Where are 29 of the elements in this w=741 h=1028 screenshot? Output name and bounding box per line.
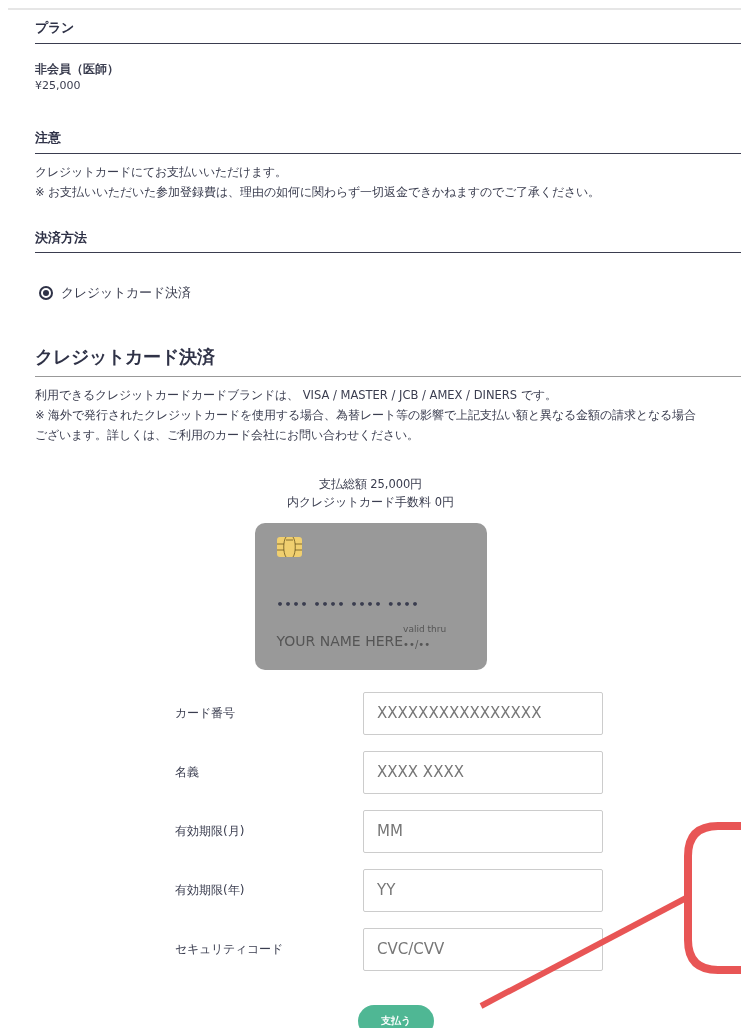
card-fee: 内クレジットカード手数料 0円 [286,493,455,511]
field-label: 有効期限(月) [174,823,246,840]
input-field[interactable]: YY [363,868,603,912]
field-label: セキュリティコード [174,941,284,958]
info-text: ございます。詳しくは、ご利用のカード会社にお問い合わせください。 [35,426,420,444]
pay-button[interactable]: 支払う [358,1004,434,1028]
field-label: 名義 [174,764,200,781]
card-name: YOUR NAME HERE [276,632,404,651]
input-field[interactable]: CVC/CVV [363,927,603,971]
notice-text: ※ お支払いいただいた参加登録費は、理由の如何に関わらず一切返金できかねますのでご了承ください。 [35,183,602,201]
page-heading: クレジットカード決済 [35,342,741,377]
field-label: カード番号 [174,705,236,722]
plan-name: 非会員（医師） [35,60,120,78]
info-text: ※ 海外で発行されたクレジットカードを使用する場合、為替レート等の影響で上記支払い額と異なる金額の請求となる場合 [35,406,698,424]
valid-label: valid thru [403,623,447,636]
field-label: 有効期限(年) [174,882,246,899]
card-number: •••• •••• •••• •••• [276,596,421,613]
info-text: 利用できるクレジットカードカードブランドは、 VISA / MASTER / JCB / AMEX / DINERS です。 [35,386,558,404]
input-field[interactable]: XXXXXXXXXXXXXXXX [363,691,603,735]
total-amount: 支払総額 25,000円 [317,475,424,493]
radio-label: クレジットカード決済 [61,284,191,302]
plan-price: ¥25,000 [35,77,82,94]
section-heading: 注意 [35,128,741,154]
card-expiry: ••/•• [403,638,432,652]
section-heading: プラン [35,18,741,44]
section-heading: 決済方法 [35,227,741,253]
input-field[interactable]: XXXX XXXX [363,750,603,794]
input-field[interactable]: MM [363,809,603,853]
notice-text: クレジットカードにてお支払いいただけます。 [35,163,288,181]
